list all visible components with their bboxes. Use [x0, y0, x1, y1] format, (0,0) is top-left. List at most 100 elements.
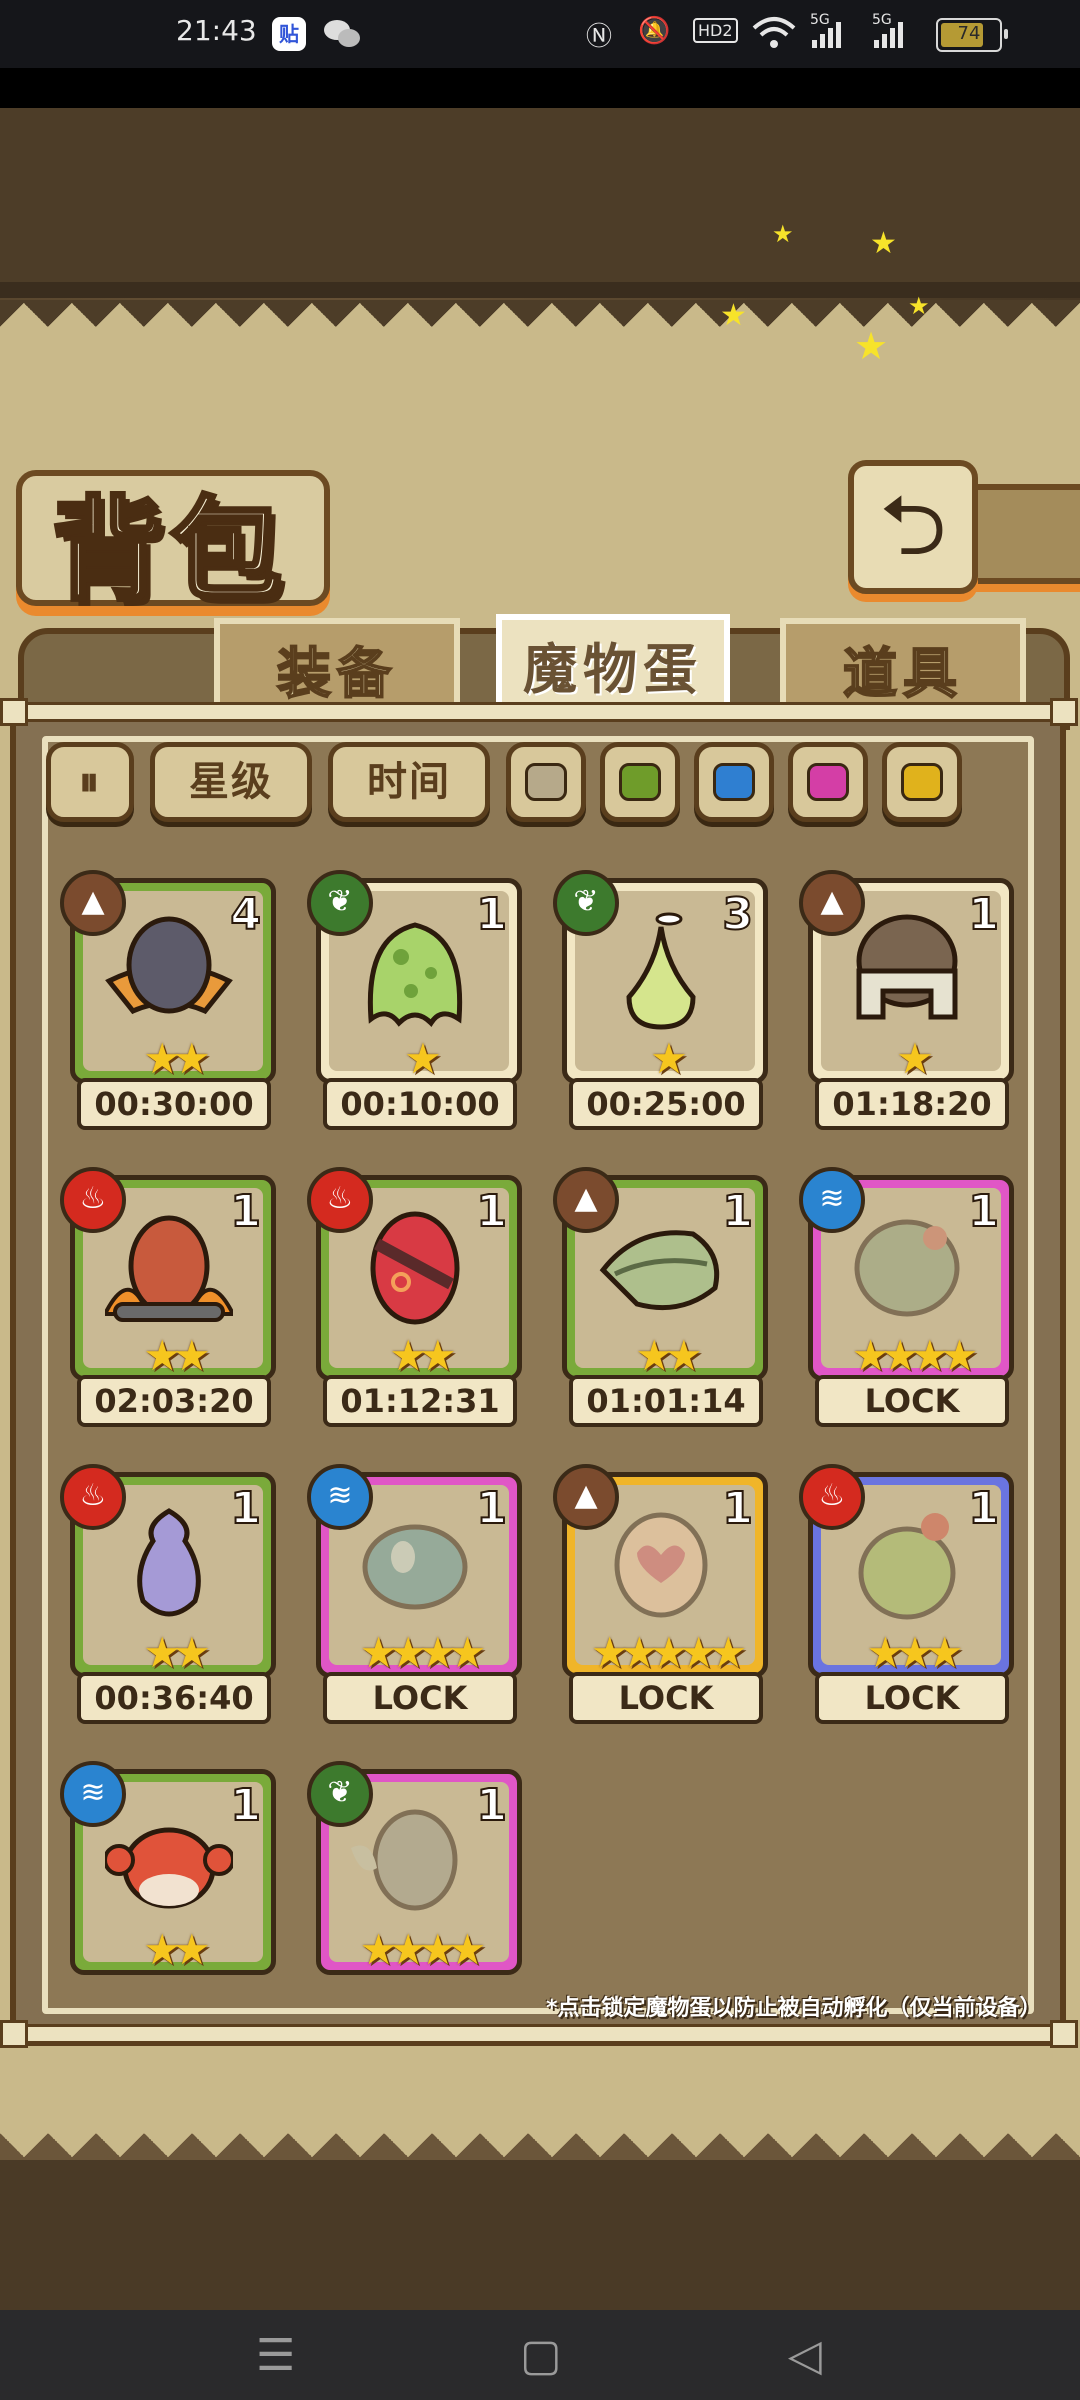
lock-label[interactable]: LOCK	[323, 1672, 517, 1724]
egg-stars: ★★	[143, 1628, 210, 1677]
sort-by-star-button[interactable]: 星级	[150, 742, 312, 822]
egg-stars: ★★	[143, 1034, 210, 1083]
signal-bars-2-icon	[874, 18, 903, 48]
filter-green-button[interactable]	[600, 742, 680, 822]
egg-count: 1	[721, 1185, 754, 1238]
red-swirl-egg-icon	[370, 1211, 460, 1325]
egg-count: 1	[967, 1185, 1000, 1238]
rail-knob	[1050, 698, 1078, 726]
sort-by-star-label: 星级	[189, 759, 273, 805]
egg-count: 4	[229, 888, 262, 941]
blue-swatch	[713, 763, 755, 801]
battery-icon: 74	[936, 18, 1008, 52]
egg-stars: ★★	[143, 1925, 210, 1974]
home-square-icon[interactable]: ▢	[520, 2330, 562, 2381]
egg-count: 1	[229, 1482, 262, 1535]
purple-bud-egg-icon	[137, 1508, 201, 1617]
return-arrow-icon: ⮌	[879, 476, 947, 574]
rail-knob	[1050, 2020, 1078, 2048]
egg-count: 1	[475, 888, 508, 941]
hatch-timer: 00:25:00	[569, 1078, 763, 1130]
lock-label[interactable]: LOCK	[569, 1672, 763, 1724]
earth-element-icon: ▲	[60, 870, 126, 936]
yellow-swatch	[901, 763, 943, 801]
sparkle-star-icon: ★	[720, 298, 747, 333]
tieba-app-icon: 贴	[272, 17, 306, 51]
hatch-timer: 01:12:31	[323, 1375, 517, 1427]
egg-count: 1	[475, 1482, 508, 1535]
sparkle-star-icon: ★	[772, 220, 794, 248]
hatch-timer: 02:03:20	[77, 1375, 271, 1427]
filter-blue-button[interactable]	[694, 742, 774, 822]
sort-by-time-label: 时间	[367, 759, 451, 805]
egg-count: 1	[967, 888, 1000, 941]
lava-egg-icon	[105, 1215, 233, 1322]
grass-element-icon: ❦	[553, 870, 619, 936]
sort-toggle-button[interactable]: ⏸	[46, 742, 134, 822]
panel-top-rail	[20, 702, 1062, 722]
grass-element-icon: ❦	[307, 1761, 373, 1827]
sprout-egg-icon	[626, 912, 696, 1030]
mute-icon: 🔕	[638, 16, 671, 46]
heart-egg-icon	[614, 1512, 708, 1618]
water-element-icon: ≋	[307, 1464, 373, 1530]
fire-element-icon: ♨	[60, 1167, 126, 1233]
lock-label[interactable]: LOCK	[815, 1375, 1009, 1427]
signal-bars-1-icon	[812, 18, 841, 48]
egg-stars: ★★★★★	[590, 1628, 747, 1677]
egg-count: 1	[475, 1779, 508, 1832]
egg-stars: ★★	[143, 1331, 210, 1380]
egg-count: 3	[721, 888, 754, 941]
green-swatch	[619, 763, 661, 801]
egg-count: 1	[721, 1482, 754, 1535]
recents-menu-icon[interactable]: ☰	[256, 2330, 295, 2381]
hatch-timer: 00:36:40	[77, 1672, 271, 1724]
hatch-timer: 01:18:20	[815, 1078, 1009, 1130]
fire-element-icon: ♨	[799, 1464, 865, 1530]
grass-element-icon: ❦	[307, 870, 373, 936]
pink-swatch	[807, 763, 849, 801]
crab-egg-icon	[105, 1827, 233, 1909]
hd-voice-icon: HD2	[693, 18, 738, 43]
lock-label[interactable]: LOCK	[815, 1672, 1009, 1724]
egg-count: 1	[229, 1185, 262, 1238]
clock: 21:43	[176, 14, 257, 47]
filter-gray-button[interactable]	[506, 742, 586, 822]
filter-pink-button[interactable]	[788, 742, 868, 822]
water-spirit-egg-icon	[362, 1524, 468, 1610]
egg-stars: ★★	[389, 1331, 456, 1380]
letterbox-top	[0, 68, 1080, 108]
earth-element-icon: ▲	[553, 1167, 619, 1233]
sparkle-star-icon: ★	[854, 324, 889, 368]
wechat-icon	[322, 16, 362, 52]
back-button[interactable]: ⮌	[848, 460, 978, 594]
pause-sort-icon: ⏸	[79, 759, 101, 805]
egg-count: 1	[229, 1779, 262, 1832]
back-triangle-icon[interactable]: ◁	[788, 2330, 822, 2381]
egg-stars: ★★★★	[851, 1331, 979, 1380]
gray-swatch	[525, 763, 567, 801]
fire-element-icon: ♨	[60, 1464, 126, 1530]
egg-stars: ★★★★	[359, 1628, 487, 1677]
egg-stars: ★★★	[866, 1628, 964, 1677]
dark-egg-on-cloth-icon	[105, 916, 233, 1015]
filter-yellow-button[interactable]	[882, 742, 962, 822]
egg-stars: ★★★★	[359, 1925, 487, 1974]
status-bar: 21:43 贴 Ⓝ 🔕 HD2 5G 5G 74	[0, 0, 1080, 68]
top-wood-band	[0, 108, 1080, 298]
rooster-egg-icon	[858, 1513, 956, 1620]
sparkle-star-icon: ★	[908, 292, 930, 320]
earth-element-icon: ▲	[799, 870, 865, 936]
hatch-timer: 00:30:00	[77, 1078, 271, 1130]
wifi-icon	[752, 16, 796, 57]
rail-knob	[0, 2020, 28, 2048]
bottom-wood-band	[0, 2160, 1080, 2310]
sort-by-time-button[interactable]: 时间	[328, 742, 490, 822]
rail-knob	[0, 698, 28, 726]
nfc-icon: Ⓝ	[586, 22, 613, 52]
slime-egg-icon	[367, 922, 463, 1027]
winged-egg-icon	[351, 1809, 458, 1911]
water-element-icon: ≋	[60, 1761, 126, 1827]
battery-level: 74	[957, 23, 981, 44]
egg-stars: ★	[404, 1034, 442, 1083]
